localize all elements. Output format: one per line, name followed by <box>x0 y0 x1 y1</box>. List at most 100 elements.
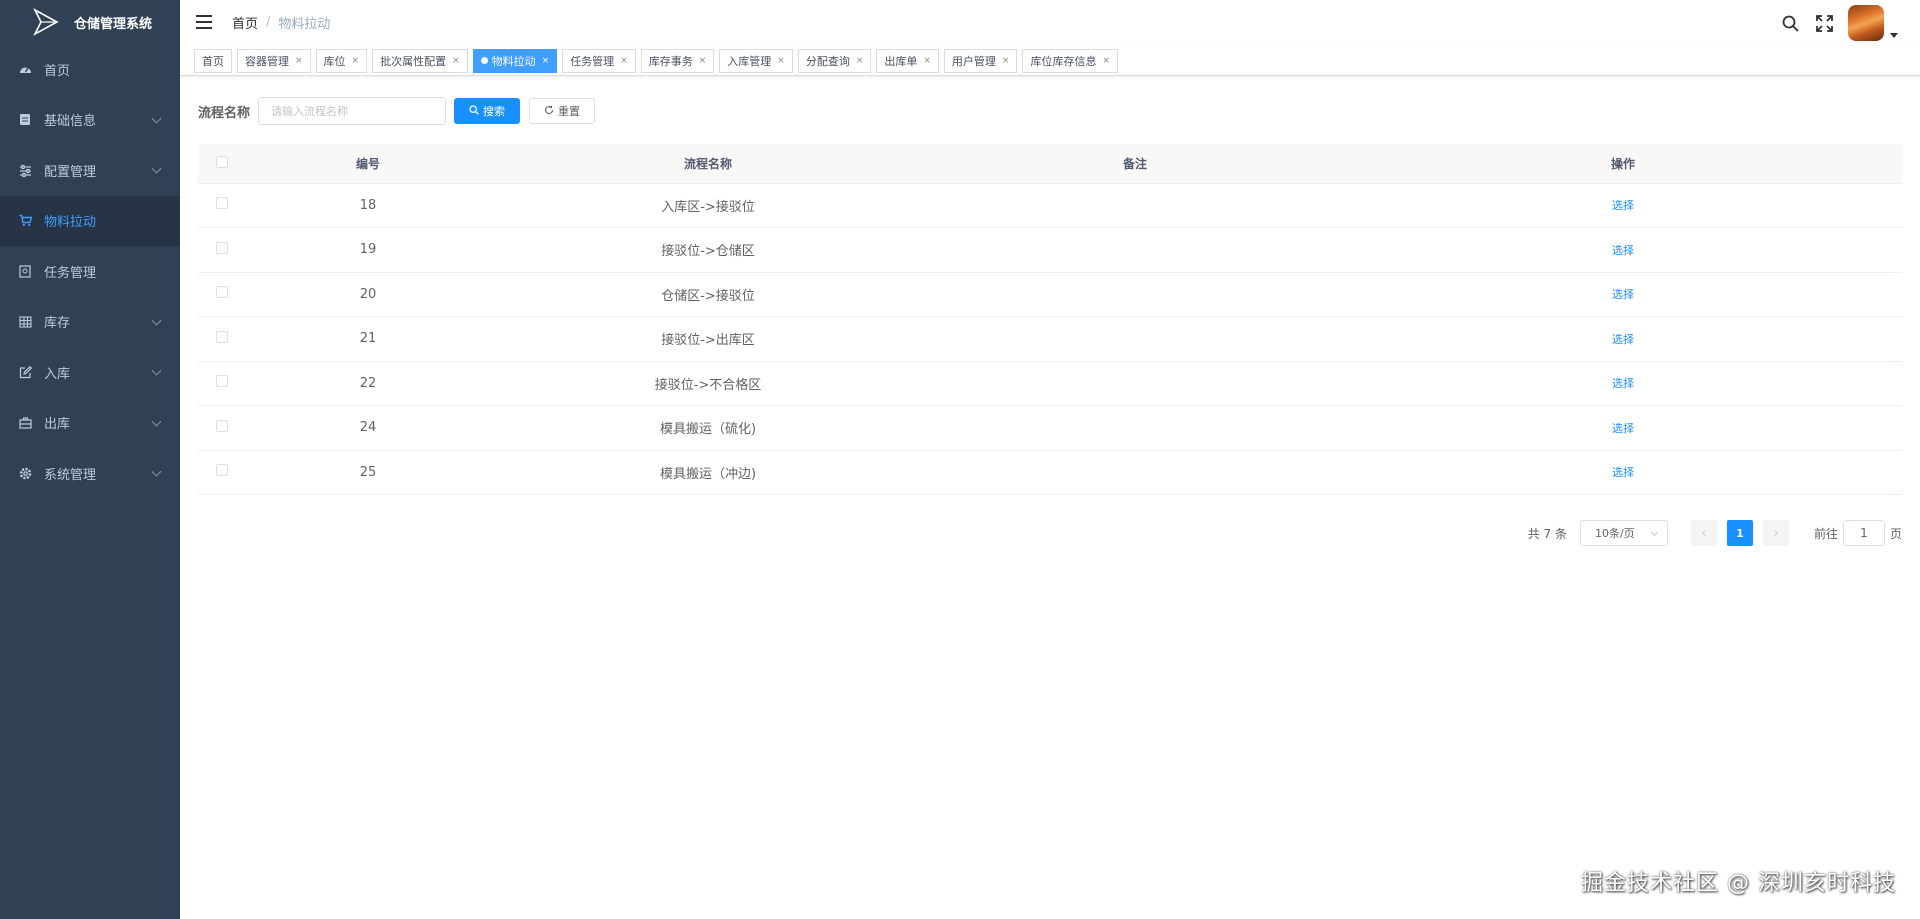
cell-remark <box>926 183 1344 228</box>
tag-8[interactable]: 分配查询 × <box>797 48 872 73</box>
sidebar-item-6[interactable]: 入库 <box>0 347 180 398</box>
breadcrumb: 首页 / 物料拉动 <box>232 13 330 32</box>
table-row: 19 接驳位->仓储区 选择 <box>198 227 1902 273</box>
dashboard-icon <box>18 62 32 76</box>
tag-4[interactable]: 物料拉动 × <box>472 48 558 73</box>
row-checkbox[interactable] <box>216 375 228 388</box>
pagination-total: 共 7 条 <box>1527 526 1567 541</box>
sidebar-item-label: 出库 <box>44 417 71 433</box>
close-icon[interactable]: × <box>352 56 360 66</box>
cell-id: 19 <box>246 227 490 273</box>
row-checkbox[interactable] <box>216 197 228 210</box>
app-logo[interactable]: 仓储管理系统 <box>0 0 180 44</box>
fullscreen-icon[interactable] <box>1814 13 1834 33</box>
close-icon[interactable]: × <box>1102 56 1110 66</box>
tag-label: 容器管理 <box>245 54 289 68</box>
select-link[interactable]: 选择 <box>1612 377 1634 390</box>
row-checkbox[interactable] <box>216 241 228 254</box>
sidebar-item-7[interactable]: 出库 <box>0 398 180 449</box>
tag-label: 库位 <box>323 54 346 68</box>
tag-label: 任务管理 <box>570 54 615 68</box>
breadcrumb-home[interactable]: 首页 <box>232 13 258 32</box>
row-checkbox[interactable] <box>216 464 228 477</box>
process-name-input[interactable] <box>258 97 446 125</box>
tag-label: 库存事务 <box>648 54 693 68</box>
tag-2[interactable]: 库位 × <box>315 48 368 73</box>
sidebar-item-3[interactable]: 物料拉动 <box>0 195 180 246</box>
tag-3[interactable]: 批次属性配置 × <box>372 48 468 73</box>
row-checkbox[interactable] <box>216 286 228 299</box>
row-checkbox[interactable] <box>216 330 228 343</box>
chevron-down-icon[interactable] <box>1890 32 1898 38</box>
edit-icon <box>18 365 32 379</box>
select-link[interactable]: 选择 <box>1612 466 1634 479</box>
search-button[interactable]: 搜索 <box>454 98 520 124</box>
cell-remark <box>926 361 1344 406</box>
sidebar-item-1[interactable]: 基础信息 <box>0 95 180 146</box>
tag-6[interactable]: 库存事务 × <box>640 48 715 73</box>
search-form: 流程名称 搜索 重置 <box>198 96 1902 126</box>
tag-5[interactable]: 任务管理 × <box>562 48 636 73</box>
search-icon[interactable] <box>1780 13 1800 33</box>
sidebar-item-0[interactable]: 首页 <box>0 44 180 95</box>
cell-action: 选择 <box>1344 450 1902 495</box>
select-link[interactable]: 选择 <box>1612 288 1634 301</box>
close-icon[interactable]: × <box>295 56 303 66</box>
goto-suffix: 页 <box>1889 526 1902 541</box>
document-icon <box>18 113 32 127</box>
tag-9[interactable]: 出库单 × <box>876 48 939 73</box>
close-icon[interactable]: × <box>542 56 550 66</box>
row-checkbox[interactable] <box>216 419 228 432</box>
close-icon[interactable]: × <box>923 56 931 66</box>
row-select-cell <box>198 361 246 406</box>
next-page-button[interactable]: › <box>1762 520 1789 546</box>
close-icon[interactable]: × <box>452 56 460 66</box>
column-header-name: 流程名称 <box>490 144 926 184</box>
chevron-down-icon <box>151 113 162 124</box>
refresh-icon <box>544 105 554 118</box>
goto-prefix: 前往 <box>1813 526 1838 541</box>
tag-0[interactable]: 首页 <box>194 48 232 73</box>
cell-remark <box>926 316 1344 362</box>
hamburger-icon[interactable] <box>196 15 212 29</box>
chevron-down-icon <box>151 466 162 477</box>
sidebar-item-8[interactable]: 系统管理 <box>0 448 180 499</box>
sidebar-item-2[interactable]: 配置管理 <box>0 145 180 196</box>
column-header-remark: 备注 <box>926 144 1344 184</box>
page-size-select[interactable]: 10条/页 <box>1579 520 1668 546</box>
cell-action: 选择 <box>1344 183 1902 228</box>
tag-11[interactable]: 库位库存信息 × <box>1022 48 1119 73</box>
cell-process-name: 模具搬运（冲边) <box>490 450 926 495</box>
close-icon[interactable]: × <box>856 56 864 66</box>
reset-button[interactable]: 重置 <box>529 98 595 124</box>
tag-1[interactable]: 容器管理 × <box>237 48 311 73</box>
tag-10[interactable]: 用户管理 × <box>943 48 1018 73</box>
navbar-actions <box>1780 5 1898 41</box>
close-icon[interactable]: × <box>777 56 785 66</box>
cell-process-name: 接驳位->出库区 <box>490 316 926 362</box>
goto-page-input[interactable] <box>1842 520 1885 546</box>
select-link[interactable]: 选择 <box>1612 244 1634 257</box>
row-select-cell <box>198 183 246 228</box>
grid-icon <box>18 315 32 329</box>
cell-process-name: 入库区->接驳位 <box>490 183 926 228</box>
close-icon[interactable]: × <box>620 56 628 66</box>
close-icon[interactable]: × <box>699 56 707 66</box>
logo-icon <box>33 8 59 36</box>
row-select-cell <box>198 316 246 362</box>
select-link[interactable]: 选择 <box>1612 199 1634 212</box>
sidebar-item-5[interactable]: 库存 <box>0 297 180 348</box>
avatar[interactable] <box>1848 5 1884 41</box>
cell-action: 选择 <box>1344 316 1902 362</box>
close-icon[interactable]: × <box>1002 56 1010 66</box>
prev-page-button[interactable]: ‹ <box>1690 520 1717 546</box>
select-all-checkbox[interactable] <box>216 155 228 168</box>
tag-7[interactable]: 入库管理 × <box>719 48 793 73</box>
cell-remark <box>926 272 1344 317</box>
tag-label: 批次属性配置 <box>380 54 447 68</box>
sidebar-item-4[interactable]: 任务管理 <box>0 246 180 297</box>
select-link[interactable]: 选择 <box>1612 422 1634 435</box>
page-jumper: 前往 页 <box>1814 520 1902 546</box>
page-number-current[interactable]: 1 <box>1726 520 1753 546</box>
select-link[interactable]: 选择 <box>1612 333 1634 346</box>
